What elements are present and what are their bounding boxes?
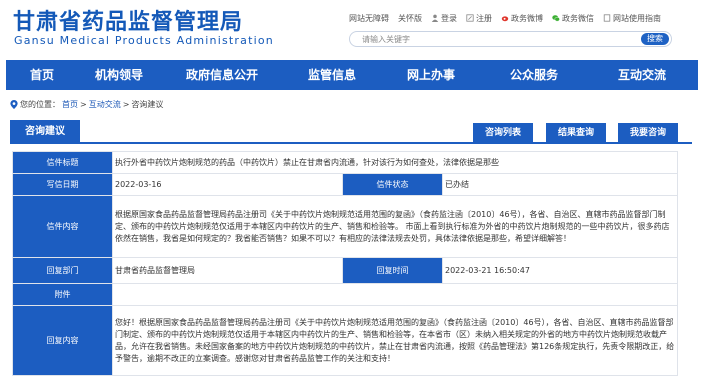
nav-leadership[interactable]: 机构领导 bbox=[78, 60, 160, 90]
panel-header: 咨询建议 咨询列表 结果查询 我要咨询 bbox=[10, 120, 692, 144]
document-icon bbox=[603, 14, 611, 22]
breadcrumb: 您的位置： 首页 > 互动交流 > 咨询建议 bbox=[10, 98, 163, 110]
table-row: 回复部门 甘肃省药品监督管理局 回复时间 2022-03-21 16:50:47 bbox=[12, 257, 678, 284]
table-row: 写信日期 2022-03-16 信件状态 已办结 bbox=[12, 173, 678, 196]
search-box: 搜索 bbox=[349, 31, 672, 47]
user-icon bbox=[431, 14, 439, 22]
content-label: 信件内容 bbox=[12, 195, 113, 258]
site-header: 甘肃省药品监督管理局 Gansu Medical Products Admini… bbox=[0, 0, 705, 56]
wechat-link[interactable]: 政务微信 bbox=[552, 12, 594, 24]
content-value: 根据原国家食品药品监督管理局药品注册司《关于中药饮片炮制规范适用范围的复函》（食… bbox=[112, 195, 678, 258]
nav-interaction[interactable]: 互动交流 bbox=[586, 60, 698, 90]
table-row: 信件标题 执行外省中药饮片炮制规范的药品（中药饮片）禁止在甘肃省内流通，针对该行… bbox=[12, 151, 678, 174]
consult-detail-table: 信件标题 执行外省中药饮片炮制规范的药品（中药饮片）禁止在甘肃省内流通，针对该行… bbox=[12, 151, 678, 376]
status-value: 已办结 bbox=[442, 173, 678, 196]
weibo-icon bbox=[501, 16, 509, 22]
accessibility-link[interactable]: 网站无障碍 bbox=[349, 12, 389, 24]
reply-content-value: 您好！根据原国家食品药品监督管理局药品注册司《关于中药饮片炮制规范适用范围的复函… bbox=[112, 305, 678, 376]
reply-time-value: 2022-03-21 16:50:47 bbox=[442, 257, 678, 284]
reply-dept-value: 甘肃省药品监督管理局 bbox=[112, 257, 343, 284]
panel-title: 咨询建议 bbox=[10, 120, 80, 144]
breadcrumb-current: 咨询建议 bbox=[131, 99, 164, 109]
nav-public-services[interactable]: 公众服务 bbox=[482, 60, 586, 90]
nav-online-services[interactable]: 网上办事 bbox=[380, 60, 482, 90]
site-guide-link[interactable]: 网站使用指南 bbox=[603, 12, 661, 24]
breadcrumb-section[interactable]: 互动交流 bbox=[89, 99, 121, 110]
status-label: 信件状态 bbox=[342, 173, 443, 196]
date-label: 写信日期 bbox=[12, 173, 113, 196]
table-row: 回复内容 您好！根据原国家食品药品监督管理局药品注册司《关于中药饮片炮制规范适用… bbox=[12, 305, 678, 376]
search-input[interactable] bbox=[362, 32, 622, 46]
table-row: 附件 bbox=[12, 283, 678, 306]
attachment-label: 附件 bbox=[12, 283, 113, 306]
breadcrumb-prefix: 您的位置： bbox=[20, 99, 60, 109]
site-logo-subtitle: Gansu Medical Products Administration bbox=[14, 34, 274, 47]
title-label: 信件标题 bbox=[12, 151, 113, 174]
location-pin-icon bbox=[10, 99, 18, 109]
submit-consult-button[interactable]: 我要咨询 bbox=[618, 123, 678, 143]
nav-info-disclosure[interactable]: 政府信息公开 bbox=[160, 60, 284, 90]
weibo-link[interactable]: 政务微博 bbox=[501, 12, 543, 24]
nav-home[interactable]: 首页 bbox=[6, 60, 78, 90]
breadcrumb-home[interactable]: 首页 bbox=[62, 99, 78, 110]
title-value: 执行外省中药饮片炮制规范的药品（中药饮片）禁止在甘肃省内流通，针对该行为如何查处… bbox=[112, 151, 678, 174]
nav-regulatory-info[interactable]: 监管信息 bbox=[284, 60, 380, 90]
reply-time-label: 回复时间 bbox=[342, 257, 443, 284]
care-mode-link[interactable]: 关怀版 bbox=[398, 12, 422, 24]
wechat-icon bbox=[552, 15, 560, 22]
result-query-button[interactable]: 结果查询 bbox=[546, 123, 606, 143]
edit-icon bbox=[466, 14, 474, 22]
top-utility-links: 网站无障碍 关怀版 登录 注册 政务微博 政务微信 网站使用指南 bbox=[349, 12, 661, 24]
site-logo-title[interactable]: 甘肃省药品监督管理局 bbox=[13, 4, 243, 36]
breadcrumb-separator: > bbox=[80, 99, 87, 109]
consult-list-button[interactable]: 咨询列表 bbox=[473, 123, 533, 143]
attachment-value bbox=[112, 283, 678, 306]
reply-content-label: 回复内容 bbox=[12, 305, 113, 376]
login-link[interactable]: 登录 bbox=[431, 12, 457, 24]
reply-dept-label: 回复部门 bbox=[12, 257, 113, 284]
date-value: 2022-03-16 bbox=[112, 173, 343, 196]
search-button[interactable]: 搜索 bbox=[641, 33, 669, 45]
table-row: 信件内容 根据原国家食品药品监督管理局药品注册司《关于中药饮片炮制规范适用范围的… bbox=[12, 195, 678, 258]
main-nav: 首页 机构领导 政府信息公开 监管信息 网上办事 公众服务 互动交流 bbox=[6, 60, 698, 90]
register-link[interactable]: 注册 bbox=[466, 12, 492, 24]
breadcrumb-separator: > bbox=[122, 99, 130, 109]
